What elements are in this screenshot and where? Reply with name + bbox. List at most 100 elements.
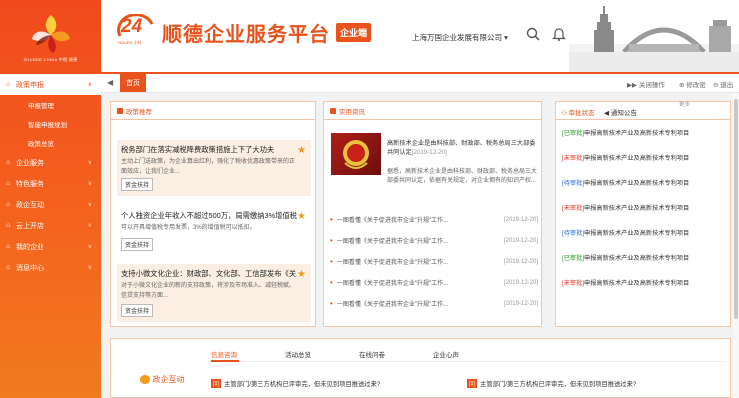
chevron-down-icon: ∨: [87, 160, 92, 166]
page-tabs-bar: ◀ 首页 ▶▶ 关闭操作 ⊕ 修改密 ⊖ 退出: [101, 72, 739, 93]
shunde-skyline-illustration: [569, 0, 739, 72]
featured-news-title[interactable]: 高新技术企业是由科技部、财政部、税务总局三大部委共同认定[2019-12-20]: [387, 139, 537, 157]
tab-approval-status[interactable]: ⚇ 审批状态: [561, 107, 595, 117]
sidebar-subitem-apply-manage[interactable]: 申报管理: [0, 95, 101, 114]
policy-card[interactable]: 个人独资企业年收入不超过500万，局需缴纳3%增值税... ★ 可以开具增值税专…: [117, 206, 311, 256]
status-badge: [已审批]: [562, 255, 585, 262]
tab-scroll-left-icon[interactable]: ◀: [107, 78, 113, 87]
tab-online-survey[interactable]: 在线问卷: [359, 349, 385, 359]
status-badge: [未审批]: [562, 205, 585, 212]
home-icon: ⌂: [6, 264, 11, 271]
top-header: 24 HOURS 小时 顺德企业服务平台 企业端 上海万国企业发展有限公司 ▾: [101, 0, 739, 72]
sidebar-item-label: 企业服务: [16, 159, 44, 167]
logout-button[interactable]: ⊖ 退出: [713, 79, 733, 89]
question-icon: 问: [467, 379, 478, 388]
shunde-logo[interactable]: SHUNDE CHINA 中国·顺德: [0, 0, 101, 72]
news-thumbnail[interactable]: [331, 133, 381, 175]
list-item[interactable]: • 一图看懂《关于促进我市企业"升规"工作... [2019-12-20]: [330, 272, 538, 293]
sidebar-item-label: 我的企业: [16, 243, 44, 251]
policy-card-tag[interactable]: 资金扶持: [121, 304, 154, 317]
policy-card[interactable]: 支持小微文化企业：财政部、文化部、工信部发布《关... ★ 对于小微文化企业的新…: [117, 264, 311, 322]
approval-row[interactable]: [未审批] 申报高新技术产业及高新技术专利项目: [556, 195, 730, 220]
bullet-icon: •: [330, 236, 333, 245]
policy-card-tag[interactable]: 资金扶持: [121, 178, 154, 191]
sidebar-item-label: 政企互动: [16, 201, 44, 209]
approval-row[interactable]: [待审批] 申报高新技术产业及高新技术专利项目: [556, 220, 730, 245]
featured-news-date: [2019-12-20]: [411, 149, 447, 156]
vertical-scrollbar[interactable]: [733, 93, 739, 398]
star-icon[interactable]: ★: [297, 211, 306, 222]
platform-title: 顺德企业服务平台: [162, 23, 330, 46]
policy-card-title: 个人独资企业年收入不超过500万，局需缴纳3%增值税...: [121, 211, 297, 220]
status-badge: [未审批]: [562, 155, 585, 162]
chevron-down-icon: ∨: [87, 202, 92, 208]
home-icon: ⌂: [6, 222, 11, 229]
status-badge: [已审批]: [562, 130, 585, 137]
sidebar-item-gov-interaction[interactable]: ⌂ 政企互动 ∨: [0, 194, 101, 215]
tab-info-consult[interactable]: 信息咨询: [211, 349, 237, 359]
policy-card[interactable]: 税务部门在落实减税降费政策措施上下了大功夫 ★ 主动上门送政策，为企业算出红利，…: [117, 140, 311, 196]
tab-home[interactable]: 首页: [120, 74, 146, 92]
document-icon: [117, 107, 123, 114]
sidebar-item-cloud-shop[interactable]: ⌂ 云上开店 ∨: [0, 215, 101, 236]
status-badge: [未审批]: [562, 280, 585, 287]
list-item[interactable]: • 一图看懂《关于促进我市企业"升规"工作... [2019-12-20]: [330, 293, 538, 314]
search-icon[interactable]: [526, 27, 540, 41]
sidebar-item-enterprise-service[interactable]: ⌂ 企业服务 ∨: [0, 152, 101, 173]
policy-card-tag[interactable]: 资金扶持: [121, 238, 154, 251]
tab-activity-overview[interactable]: 活动总览: [285, 349, 311, 359]
chevron-down-icon: ∨: [87, 244, 92, 250]
question-item[interactable]: 问主管部门/第三方机构已评审完，但未见到项目推送过来?: [211, 379, 380, 388]
bullet-icon: •: [330, 215, 333, 224]
sidebar: SHUNDE CHINA 中国·顺德 ⌂ 政策申报 ∧ 申报管理 智能申报规划 …: [0, 0, 101, 398]
approval-row[interactable]: [已审批] 申报高新技术产业及高新技术专利项目: [556, 245, 730, 270]
star-icon[interactable]: ★: [297, 145, 306, 156]
tab-notice[interactable]: ◀ 通知公告: [604, 107, 637, 117]
star-icon[interactable]: ★: [297, 269, 306, 280]
enterprise-tag: 企业端: [336, 22, 372, 42]
gov-interaction-panel: 政企互动 信息咨询 活动总览 在线问卷 企业心声 问主管部门/第三方机构已评审完…: [110, 338, 731, 398]
panel-title: 实用资讯: [339, 108, 365, 116]
approval-status-panel: ⚇ 审批状态 ◀ 通知公告 更多 [已审批] 申报高新技术产业及高新技术专利项目 …: [555, 101, 731, 327]
sidebar-item-policy-apply[interactable]: ⌂ 政策申报 ∧: [0, 74, 101, 95]
home-icon: ⌂: [6, 81, 11, 88]
list-item[interactable]: • 一图看懂《关于促进我市企业"升规"工作... [2019-12-20]: [330, 251, 538, 272]
list-item[interactable]: • 一图看懂《关于促进我市企业"升规"工作... [2019-12-20]: [330, 209, 538, 230]
change-password-button[interactable]: ⊕ 修改密: [679, 79, 706, 89]
brand[interactable]: 24 HOURS 小时 顺德企业服务平台 企业端: [114, 13, 372, 50]
sidebar-item-my-enterprise[interactable]: ⌂ 我的企业 ∨: [0, 236, 101, 257]
chevron-down-icon: ∨: [87, 181, 92, 187]
scrollbar-thumb[interactable]: [734, 99, 738, 319]
active-tab-indicator: [211, 360, 239, 362]
news-icon: [330, 107, 336, 114]
policy-card-desc: 可以开具增值税专用发票，3%的增值税可以抵扣。: [121, 225, 256, 231]
company-selector[interactable]: 上海万国企业发展有限公司 ▾: [412, 32, 508, 43]
status-badge: [待审批]: [562, 230, 585, 237]
home-icon: ⌂: [6, 243, 11, 250]
brand-number-sub: HOURS 小时: [118, 40, 142, 45]
sidebar-nav: ⌂ 政策申报 ∧ 申报管理 智能申报规划 政策总览 ⌂ 企业服务 ∨ ⌂ 特色服…: [0, 74, 101, 278]
sidebar-item-label: 政策申报: [16, 81, 44, 89]
megaphone-icon: ◀: [604, 110, 611, 117]
close-action-button[interactable]: ▶▶ 关闭操作: [627, 79, 665, 89]
chevron-down-icon: ∨: [87, 223, 92, 229]
question-item[interactable]: 问主管部门/第三方机构已评审完，但未见到项目推送过来?: [467, 379, 636, 388]
bell-icon[interactable]: [552, 27, 566, 41]
sidebar-item-message-center[interactable]: ⌂ 消息中心 ∨: [0, 257, 101, 278]
more-link[interactable]: 更多: [679, 100, 690, 108]
sidebar-subitem-policy-overview[interactable]: 政策总览: [0, 133, 101, 152]
logo-caption: SHUNDE CHINA 中国·顺德: [23, 57, 78, 62]
approval-row[interactable]: [未审批] 申报高新技术产业及高新技术专利项目: [556, 270, 730, 295]
chevron-up-icon: ∧: [87, 82, 92, 88]
sidebar-subitem-smart-plan[interactable]: 智能申报规划: [0, 114, 101, 133]
home-icon: ⌂: [6, 159, 11, 166]
list-item[interactable]: • 一图看懂《关于促进我市企业"升规"工作... [2019-12-20]: [330, 230, 538, 251]
tab-enterprise-voice[interactable]: 企业心声: [433, 349, 459, 359]
approval-row[interactable]: [已审批] 申报高新技术产业及高新技术专利项目: [556, 120, 730, 145]
approval-row[interactable]: [未审批] 申报高新技术产业及高新技术专利项目: [556, 145, 730, 170]
sidebar-item-special-service[interactable]: ⌂ 特色服务 ∨: [0, 173, 101, 194]
sidebar-item-label: 消息中心: [16, 264, 44, 272]
approval-row[interactable]: [待审批] 申报高新技术产业及高新技术专利项目: [556, 170, 730, 195]
panel-title: 政策推荐: [126, 108, 152, 116]
sidebar-item-label: 特色服务: [16, 180, 44, 188]
